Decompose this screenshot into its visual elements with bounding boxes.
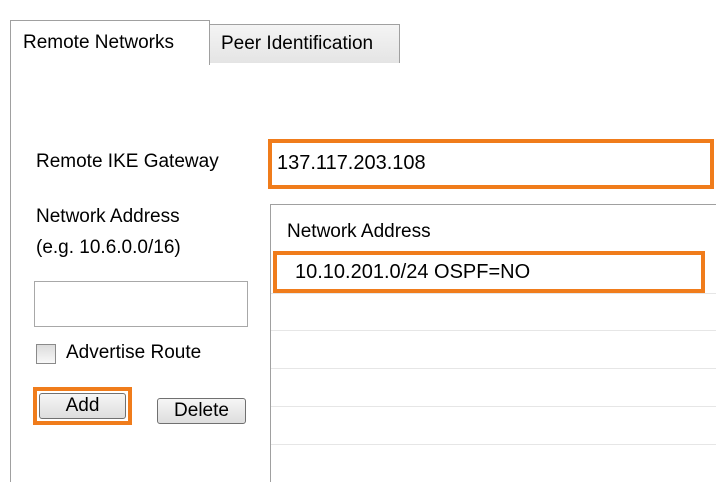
tab-bar: Remote Networks Peer Identification	[0, 0, 716, 65]
gateway-field[interactable]: 137.117.203.108	[268, 139, 714, 189]
tab-remote-networks[interactable]: Remote Networks	[10, 20, 210, 65]
network-address-label: Network Address	[36, 206, 180, 227]
advertise-route-checkbox[interactable]	[36, 344, 56, 364]
list-item[interactable]: 10.10.201.0/24 OSPF=NO	[273, 251, 705, 293]
row-divider	[271, 444, 716, 445]
row-divider	[271, 406, 716, 407]
network-address-hint: (e.g. 10.6.0.0/16)	[36, 237, 181, 258]
tab-peer-identification[interactable]: Peer Identification	[208, 24, 400, 64]
list-header: Network Address	[287, 221, 431, 242]
network-address-input[interactable]	[34, 281, 248, 327]
advertise-route-label: Advertise Route	[66, 342, 202, 363]
row-divider	[271, 293, 716, 294]
row-divider	[271, 368, 716, 369]
network-address-list[interactable]: Network Address 10.10.201.0/24 OSPF=NO	[270, 204, 716, 482]
delete-button[interactable]: Delete	[157, 398, 246, 424]
add-button[interactable]: Add	[39, 393, 126, 419]
row-divider	[271, 330, 716, 331]
gateway-label: Remote IKE Gateway	[36, 151, 219, 172]
